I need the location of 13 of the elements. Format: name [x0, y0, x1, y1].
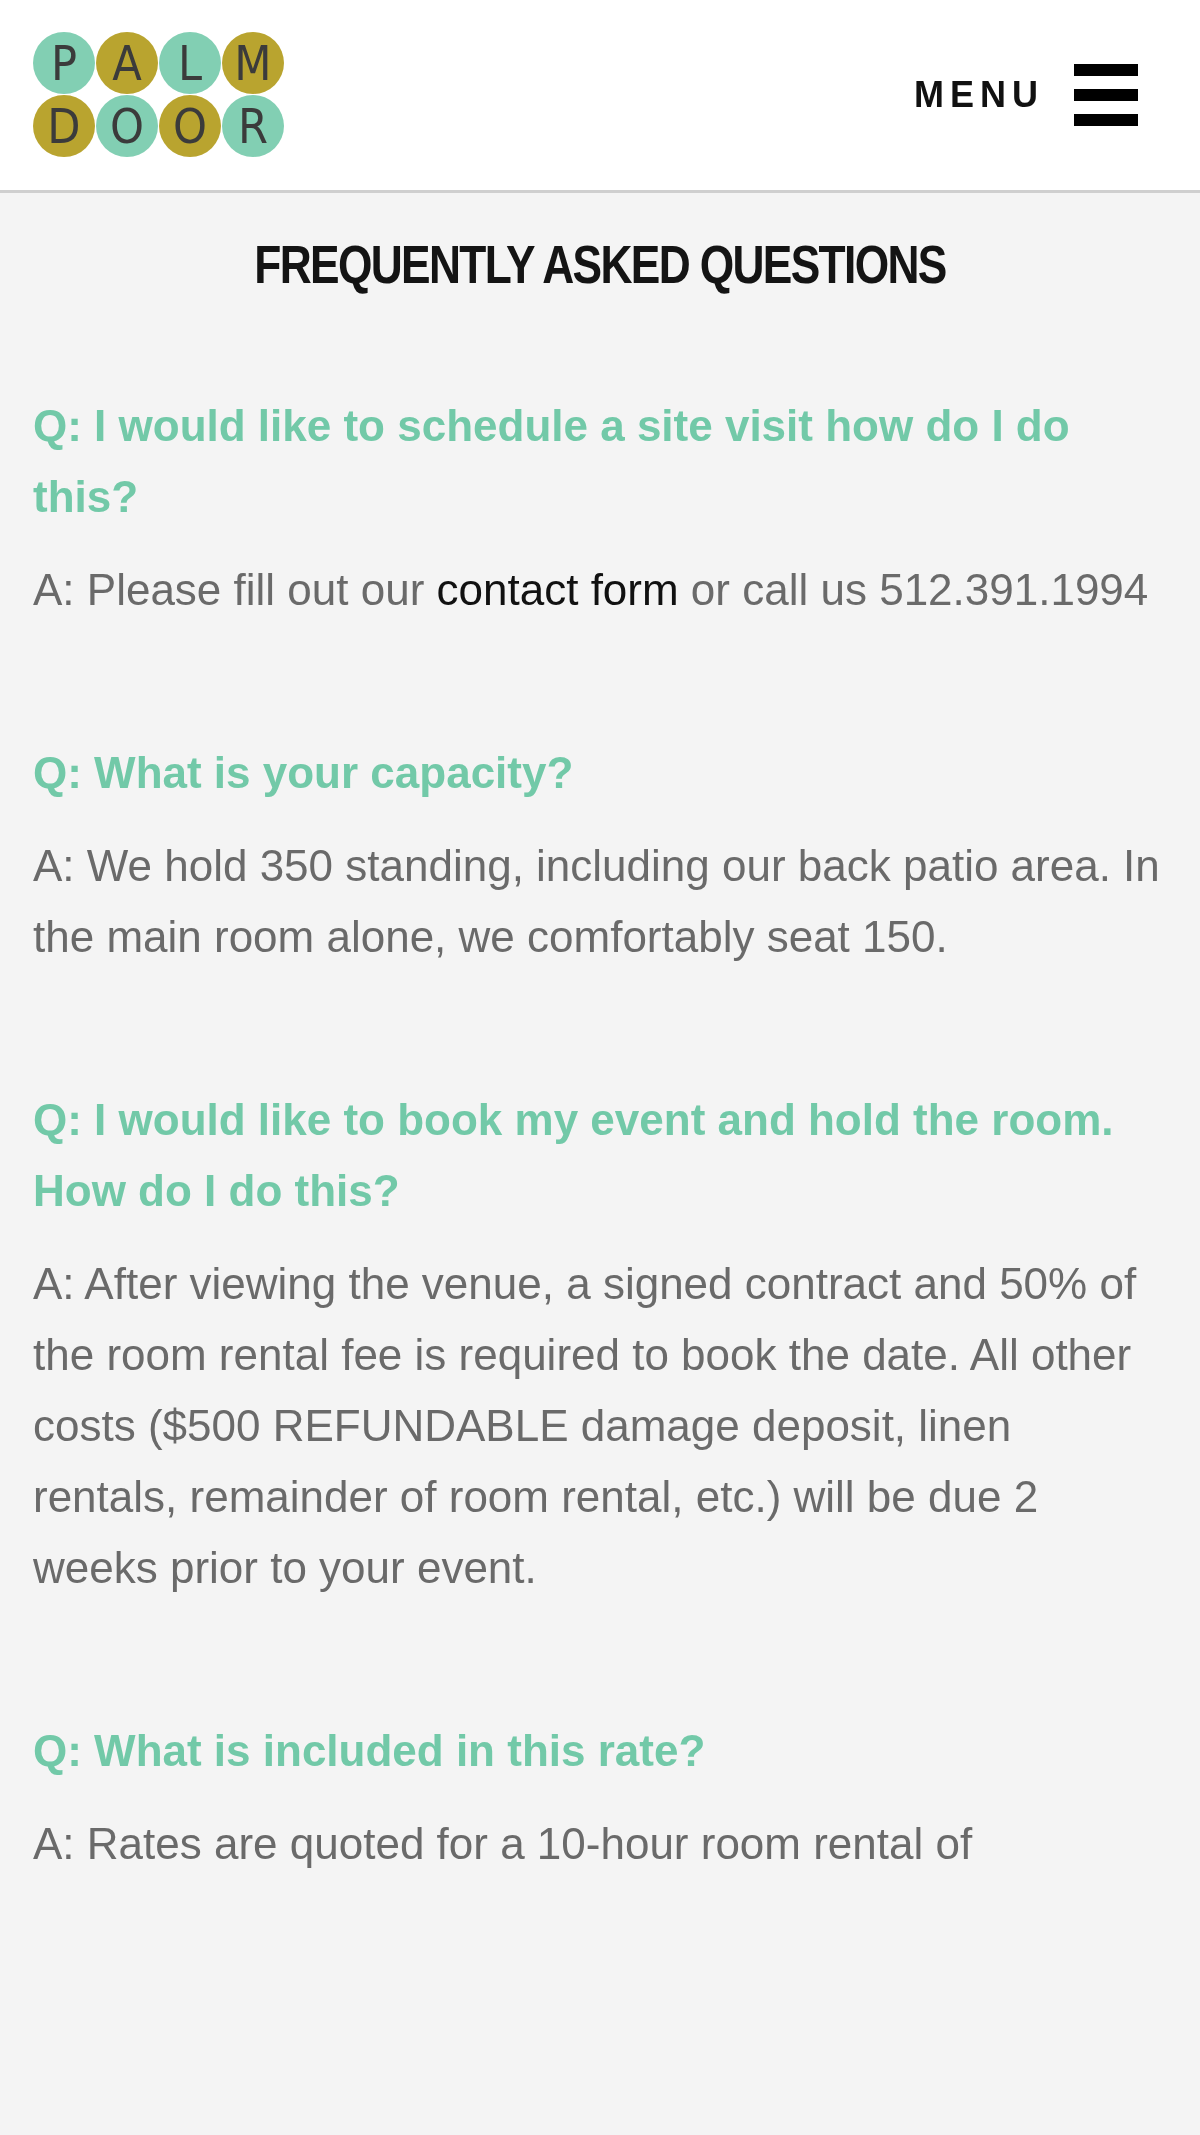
answer: A: After viewing the venue, a signed contract and 50% of the room rental fee is required to book the date. All other costs ($500 REFUNDABLE damage deposit, linen rentals, remainder of room rental, etc.) will be due 2 weeks prior to your event.: [33, 1258, 1138, 1594]
answer: A: Rates are quoted for a 10-hour room rental of: [33, 1818, 974, 1870]
question: Q: What is included in this rate?: [33, 1725, 707, 1777]
contact-link[interactable]: contact form: [436, 565, 679, 614]
question: Q: I would like to schedule a site visit how do I do this?: [33, 400, 1071, 523]
answer: A: We hold 350 standing, including our back patio area. In the main room alone, we comfortably seat 150.: [33, 840, 1161, 963]
question: Q: What is your capacity?: [33, 747, 575, 799]
menu-button[interactable]: MENU: [914, 64, 1138, 126]
logo[interactable]: P A L M D O O R: [33, 32, 285, 158]
page-title: FREQUENTLY ASKED QUESTIONS: [253, 233, 947, 295]
question: Q: I would like to book my event and hold the room. How do I do this?: [33, 1094, 1115, 1217]
answer: A: Please fill out our contact form or call us 512.391.1994: [33, 564, 1150, 616]
menu-icon: [1074, 64, 1138, 126]
